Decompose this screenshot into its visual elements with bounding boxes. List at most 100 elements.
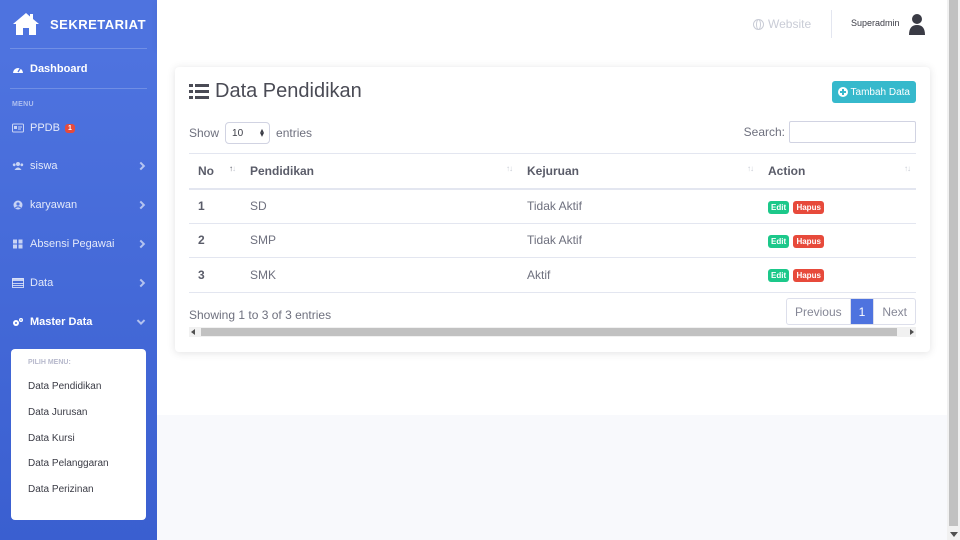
edit-button[interactable]: Edit: [768, 269, 790, 283]
page-title: Data Pendidikan: [189, 80, 362, 103]
chevron-right-icon: [136, 239, 146, 248]
scroll-down-arrow-icon[interactable]: [950, 532, 958, 537]
table-icon: [12, 277, 24, 288]
next-page-button[interactable]: Next: [874, 299, 915, 324]
sidebar-item-karyawan[interactable]: karyawan: [0, 185, 157, 224]
sidebar-item-ppdb[interactable]: PPDB 1: [0, 110, 157, 146]
table-info: Showing 1 to 3 of 3 entries: [189, 308, 332, 322]
table-row: 1 SD Tidak Aktif Edit Hapus: [189, 188, 916, 224]
submenu-item-data-kursi[interactable]: Data Kursi: [11, 426, 146, 452]
table-row: 2 SMP Tidak Aktif Edit Hapus: [189, 223, 916, 258]
sidebar: SEKRETARIAT Dashboard MENU PPDB 1 siswa …: [0, 0, 157, 540]
sidebar-item-label: siswa: [30, 159, 58, 172]
cell-no: 2: [189, 223, 241, 258]
website-link[interactable]: Website: [753, 17, 811, 31]
sidebar-item-absensi-pegawai[interactable]: Absensi Pegawai: [0, 224, 157, 263]
delete-button[interactable]: Hapus: [793, 234, 824, 248]
column-header-kejuruan[interactable]: Kejuruan ↑↓: [518, 153, 759, 190]
website-label: Website: [768, 17, 812, 31]
entries-label: entries: [276, 126, 313, 140]
previous-page-button[interactable]: Previous: [787, 299, 850, 324]
sort-icon: ↑↓: [229, 164, 236, 173]
cell-action: Edit Hapus: [759, 257, 916, 293]
search-input[interactable]: [789, 121, 916, 143]
sidebar-item-label: Absensi Pegawai: [30, 237, 115, 250]
page-button-current[interactable]: 1: [849, 299, 875, 324]
sidebar-item-label: Dashboard: [30, 62, 88, 75]
cell-no: 1: [189, 188, 241, 224]
sort-icon: ↑↓: [506, 164, 513, 173]
column-header-action[interactable]: Action ↑↓: [759, 153, 916, 190]
submenu-item-data-perizinan[interactable]: Data Perizinan: [11, 477, 146, 503]
cell-action: Edit Hapus: [759, 223, 916, 258]
submenu-master-data: PILIH MENU: Data Pendidikan Data Jurusan…: [11, 349, 146, 520]
list-icon: [189, 84, 209, 99]
sidebar-item-dashboard[interactable]: Dashboard: [0, 49, 157, 88]
chevron-right-icon: [136, 200, 146, 209]
submenu-item-data-pendidikan[interactable]: Data Pendidikan: [11, 374, 146, 400]
chevron-right-icon: [136, 278, 146, 287]
scroll-left-arrow-icon[interactable]: [191, 329, 195, 335]
edit-button[interactable]: Edit: [768, 234, 790, 248]
table-row: 3 SMK Aktif Edit Hapus: [189, 257, 916, 293]
cell-kejuruan: Aktif: [518, 257, 759, 293]
id-card-icon: [12, 123, 24, 133]
submenu-item-data-pelanggaran[interactable]: Data Pelanggaran: [11, 451, 146, 477]
plus-circle-icon: [837, 87, 848, 97]
brand-link[interactable]: SEKRETARIAT: [0, 0, 157, 48]
select-caret-icon: ▴ ▾: [260, 126, 265, 139]
delete-button[interactable]: Hapus: [793, 269, 824, 283]
topbar: Website Superadmin: [157, 0, 947, 48]
cell-action: Edit Hapus: [759, 188, 916, 224]
data-table: No ↑↓ Pendidikan ↑↓ Kejuruan ↑↓ Action ↑↓ 1 …: [189, 153, 916, 293]
sort-icon: ↑↓: [747, 164, 754, 173]
scrollbar-thumb[interactable]: [201, 328, 897, 336]
entries-select[interactable]: 10 ▴ ▾: [225, 122, 271, 144]
topbar-divider: [831, 10, 832, 38]
submenu-heading: PILIH MENU:: [28, 359, 71, 366]
sidebar-item-label: Data: [30, 276, 54, 289]
grid-icon: [13, 239, 23, 248]
entries-length-control: Show 10 ▴ ▾ entries: [189, 122, 312, 144]
delete-button[interactable]: Hapus: [793, 200, 824, 214]
cell-pendidikan: SMP: [241, 223, 518, 258]
add-data-button[interactable]: Tambah Data: [831, 81, 916, 103]
user-name[interactable]: Superadmin: [851, 18, 900, 28]
vertical-scrollbar[interactable]: [947, 0, 960, 540]
user-avatar-icon[interactable]: [907, 13, 927, 35]
search-label: Search:: [743, 125, 785, 139]
chevron-down-icon: [136, 316, 146, 325]
house-icon: [13, 13, 39, 35]
cell-no: 3: [189, 257, 241, 293]
sidebar-item-siswa[interactable]: siswa: [0, 146, 157, 185]
chevron-right-icon: [136, 161, 146, 170]
submenu-item-data-jurusan[interactable]: Data Jurusan: [11, 400, 146, 426]
sidebar-item-master-data[interactable]: Master Data: [0, 302, 157, 341]
horizontal-scrollbar[interactable]: [189, 327, 916, 337]
scroll-right-arrow-icon[interactable]: [910, 329, 914, 335]
sort-icon: ↑↓: [904, 164, 911, 173]
user-circle-icon: [13, 200, 23, 209]
sidebar-item-label: karyawan: [30, 198, 78, 211]
cell-kejuruan: Tidak Aktif: [518, 188, 759, 224]
column-header-pendidikan[interactable]: Pendidikan ↑↓: [241, 153, 518, 190]
globe-icon: [753, 18, 764, 30]
cogs-icon: [13, 317, 23, 326]
table-search: Search:: [744, 121, 916, 143]
sidebar-item-data[interactable]: Data: [0, 263, 157, 302]
tachometer-icon: [13, 67, 23, 73]
data-card: Data Pendidikan Tambah Data Show 10 ▴ ▾ e…: [175, 67, 930, 352]
cell-kejuruan: Tidak Aktif: [518, 223, 759, 258]
column-header-no[interactable]: No ↑↓: [189, 153, 241, 190]
sidebar-heading: MENU: [12, 101, 34, 108]
pagination: Previous 1 Next: [785, 298, 916, 325]
cell-pendidikan: SMK: [241, 257, 518, 293]
page-title-text: Data Pendidikan: [215, 80, 362, 102]
users-icon: [12, 161, 24, 170]
cell-pendidikan: SD: [241, 188, 518, 224]
brand-name: SEKRETARIAT: [50, 16, 147, 32]
edit-button[interactable]: Edit: [768, 200, 790, 214]
scrollbar-thumb[interactable]: [949, 0, 958, 526]
show-label: Show: [189, 126, 220, 140]
notification-badge: 1: [64, 123, 75, 133]
